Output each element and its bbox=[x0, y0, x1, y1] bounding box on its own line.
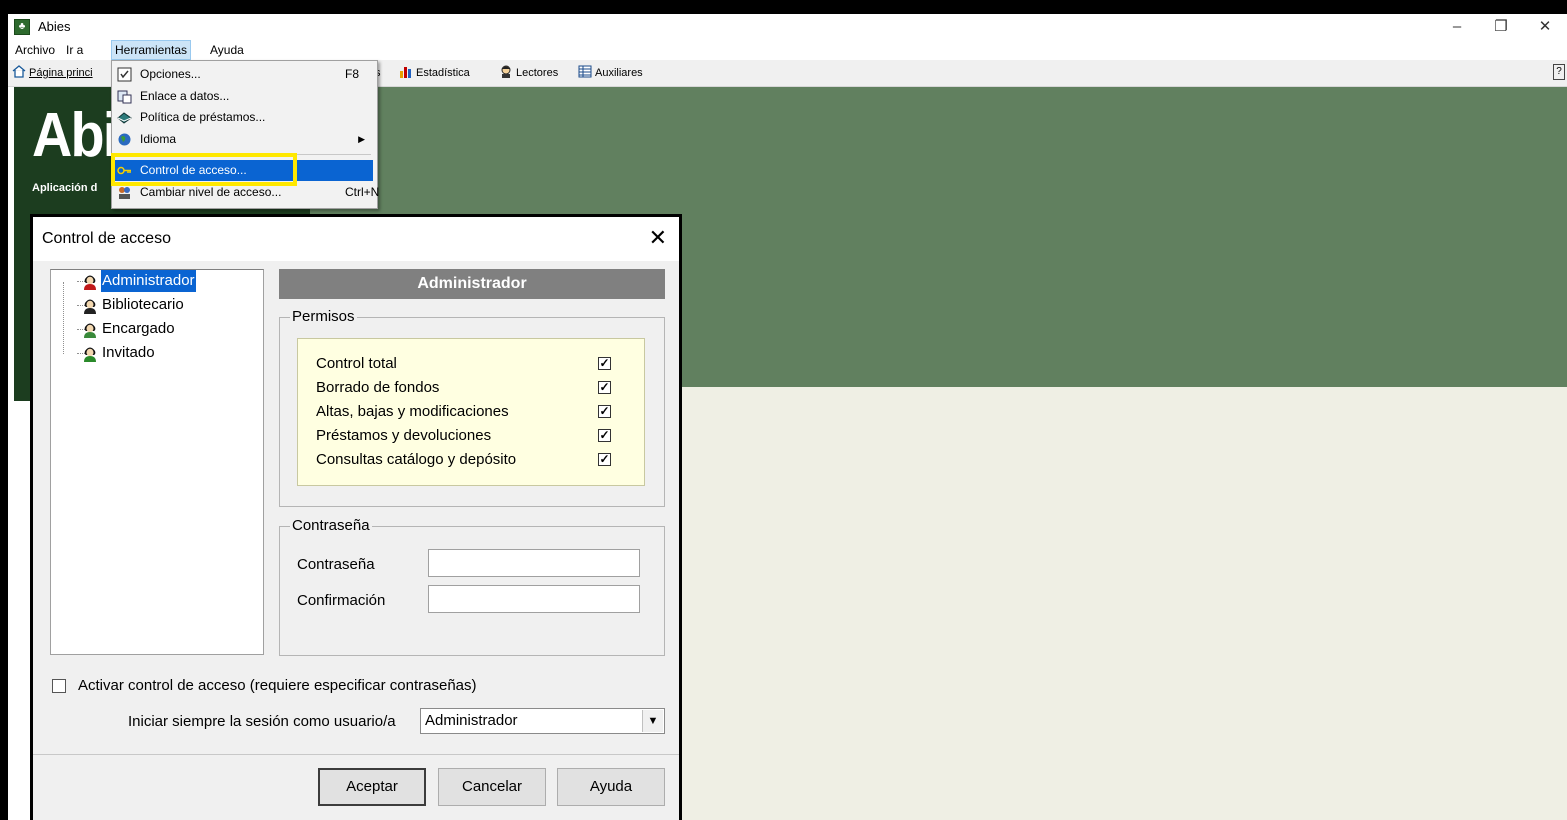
chart-icon bbox=[400, 67, 411, 78]
toolbar-estadistica-label: Estadística bbox=[416, 67, 470, 79]
start-session-select[interactable]: Administrador ▼ bbox=[420, 708, 665, 734]
permission-label: Borrado de fondos bbox=[316, 379, 440, 396]
close-window-button[interactable]: ✕ bbox=[1523, 16, 1567, 38]
home-icon bbox=[12, 65, 26, 78]
menu-ir-a[interactable]: Ir a bbox=[63, 41, 86, 59]
permission-checkbox[interactable]: ✓ bbox=[598, 381, 611, 394]
password-group: Contraseña Contraseña Confirmación bbox=[279, 517, 665, 656]
app-subtitle: Aplicación d bbox=[32, 182, 98, 194]
permission-checkbox[interactable]: ✓ bbox=[598, 429, 611, 442]
permission-label: Altas, bajas y modificaciones bbox=[316, 403, 509, 420]
user-tree: Administrador Bibliotecario Encargado In… bbox=[50, 269, 264, 655]
password-group-label: Contraseña bbox=[290, 517, 372, 534]
title-bar: ♣ Abies – ❐ ✕ bbox=[8, 14, 1567, 40]
dialog-title: Control de acceso bbox=[42, 230, 171, 247]
start-session-label: Iniciar siempre la sesión como usuario/a bbox=[128, 713, 396, 730]
table-icon bbox=[578, 65, 592, 78]
chevron-down-icon[interactable]: ▼ bbox=[642, 710, 663, 732]
menu-item-opciones[interactable]: Opciones... F8 bbox=[114, 64, 373, 85]
permission-label: Préstamos y devoluciones bbox=[316, 427, 492, 444]
menu-item-label: Idioma bbox=[140, 132, 177, 146]
control-acceso-dialog: Control de acceso ✕ Administrador Biblio… bbox=[30, 214, 682, 820]
tree-item-label: Invitado bbox=[102, 344, 155, 361]
menu-item-shortcut: F8 bbox=[345, 67, 360, 81]
options-icon bbox=[117, 67, 132, 82]
toolbar-lectores[interactable]: Lectores bbox=[499, 65, 558, 81]
menu-item-shortcut: Ctrl+N bbox=[345, 185, 380, 199]
close-icon[interactable]: ✕ bbox=[649, 225, 667, 251]
permission-checkbox[interactable]: ✓ bbox=[598, 453, 611, 466]
select-value: Administrador bbox=[425, 712, 518, 729]
user-icon bbox=[84, 323, 96, 338]
password-input[interactable] bbox=[428, 549, 640, 577]
permission-label: Consultas catálogo y depósito bbox=[316, 451, 517, 468]
dialog-title-bar: Control de acceso ✕ bbox=[33, 217, 679, 261]
tree-item-label: Encargado bbox=[102, 320, 175, 337]
users-icon bbox=[119, 187, 130, 199]
toolbar-home-label: Página princi bbox=[29, 67, 93, 79]
books-icon bbox=[117, 112, 132, 124]
globe-icon bbox=[118, 133, 131, 146]
toolbar-estadistica[interactable]: Estadística bbox=[399, 65, 470, 81]
toolbar-lectores-label: Lectores bbox=[516, 67, 559, 79]
user-icon bbox=[84, 347, 96, 362]
menu-item-idioma[interactable]: Idioma ▶ bbox=[114, 129, 373, 150]
confirm-input[interactable] bbox=[428, 585, 640, 613]
menu-ayuda[interactable]: Ayuda bbox=[207, 41, 247, 59]
restore-button[interactable]: ❐ bbox=[1479, 16, 1523, 38]
app-icon: ♣ bbox=[14, 19, 30, 35]
menu-herramientas[interactable]: Herramientas bbox=[111, 40, 192, 60]
cancelar-button[interactable]: Cancelar bbox=[438, 768, 546, 806]
reader-icon bbox=[501, 65, 511, 78]
toolbar-home[interactable]: Página princi bbox=[12, 65, 93, 81]
toolbar-auxiliares[interactable]: Auxiliares bbox=[578, 65, 643, 81]
menu-item-label: Enlace a datos... bbox=[140, 89, 230, 103]
user-icon bbox=[84, 275, 96, 290]
user-icon bbox=[84, 299, 96, 314]
submenu-arrow-icon: ▶ bbox=[358, 134, 365, 144]
menu-archivo[interactable]: Archivo bbox=[12, 41, 58, 59]
permisos-group-label: Permisos bbox=[290, 308, 357, 325]
data-link-icon bbox=[117, 90, 132, 104]
menu-item-label: Política de préstamos... bbox=[140, 110, 266, 124]
menu-bar: Archivo Ir a Herramientas Ayuda bbox=[8, 40, 1567, 60]
highlight-box bbox=[111, 153, 297, 186]
tree-line bbox=[63, 282, 64, 354]
app-logo: Abi bbox=[32, 101, 118, 170]
ayuda-button[interactable]: Ayuda bbox=[557, 768, 665, 806]
footer-separator bbox=[33, 754, 679, 755]
tree-item-label: Administrador bbox=[101, 270, 196, 292]
help-icon[interactable]: ? bbox=[1553, 64, 1565, 80]
permission-checkbox[interactable]: ✓ bbox=[598, 405, 611, 418]
menu-item-politica-prestamos[interactable]: Política de préstamos... bbox=[114, 107, 373, 128]
permission-checkbox[interactable]: ✓ bbox=[598, 357, 611, 370]
activate-checkbox[interactable] bbox=[52, 679, 66, 693]
permissions-list: Control total ✓ Borrado de fondos ✓ Alta… bbox=[297, 338, 645, 486]
menu-item-enlace-datos[interactable]: Enlace a datos... bbox=[114, 86, 373, 107]
aceptar-button[interactable]: Aceptar bbox=[318, 768, 426, 806]
window-title: Abies bbox=[38, 19, 71, 34]
permisos-group: Permisos Control total ✓ Borrado de fond… bbox=[279, 308, 665, 507]
toolbar-auxiliares-label: Auxiliares bbox=[595, 67, 643, 79]
permission-label: Control total bbox=[316, 355, 397, 372]
password-label: Contraseña bbox=[297, 556, 375, 573]
herramientas-dropdown: Opciones... F8 Enlace a datos... Polític… bbox=[111, 60, 380, 209]
tree-item-label: Bibliotecario bbox=[102, 296, 184, 313]
minimize-button[interactable]: – bbox=[1435, 16, 1479, 38]
menu-item-label: Opciones... bbox=[140, 67, 201, 81]
activate-label: Activar control de acceso (requiere espe… bbox=[78, 677, 477, 694]
confirm-label: Confirmación bbox=[297, 592, 386, 609]
selected-user-header: Administrador bbox=[279, 269, 665, 299]
